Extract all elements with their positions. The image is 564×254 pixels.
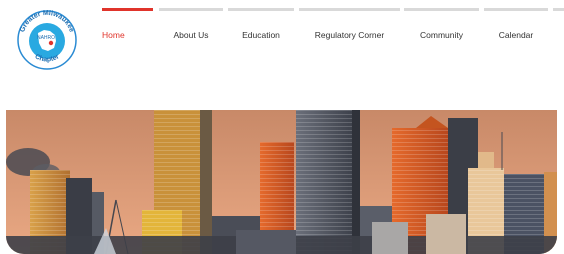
main-nav: Home About Us Education Regulatory Corne… bbox=[102, 8, 564, 48]
nav-label-education: Education bbox=[242, 30, 280, 40]
nav-label-community: Community bbox=[420, 30, 463, 40]
nav-indicator bbox=[159, 8, 223, 11]
nav-label-regulatory: Regulatory Corner bbox=[314, 30, 385, 40]
nav-item-regulatory[interactable]: Regulatory Corner bbox=[299, 8, 400, 48]
nav-label-home: Home bbox=[102, 30, 125, 40]
nav-item-community[interactable]: Community bbox=[404, 8, 479, 48]
nav-item-about[interactable]: About Us bbox=[159, 8, 223, 48]
milwaukee-skyline-image bbox=[6, 110, 557, 254]
nav-item-home[interactable]: Home bbox=[102, 8, 153, 48]
location-marker-icon bbox=[48, 40, 54, 46]
logo-graphic: NAHRO Greater Milwaukee Chapter bbox=[17, 10, 77, 70]
nav-indicator bbox=[484, 8, 548, 11]
nav-item-overflow[interactable] bbox=[553, 8, 564, 48]
nav-label-calendar: Calendar bbox=[498, 30, 534, 40]
nav-indicator bbox=[102, 8, 153, 11]
nav-indicator bbox=[299, 8, 400, 11]
nav-label-about: About Us bbox=[173, 30, 209, 40]
chapter-logo[interactable]: NAHRO Greater Milwaukee Chapter bbox=[14, 6, 80, 72]
nav-indicator bbox=[553, 8, 564, 11]
nav-item-calendar[interactable]: Calendar bbox=[484, 8, 548, 48]
hero-banner bbox=[6, 110, 557, 254]
logo-badge-text: NAHRO bbox=[37, 35, 55, 41]
nav-indicator bbox=[228, 8, 294, 11]
nav-item-education[interactable]: Education bbox=[228, 8, 294, 48]
nav-indicator bbox=[404, 8, 479, 11]
